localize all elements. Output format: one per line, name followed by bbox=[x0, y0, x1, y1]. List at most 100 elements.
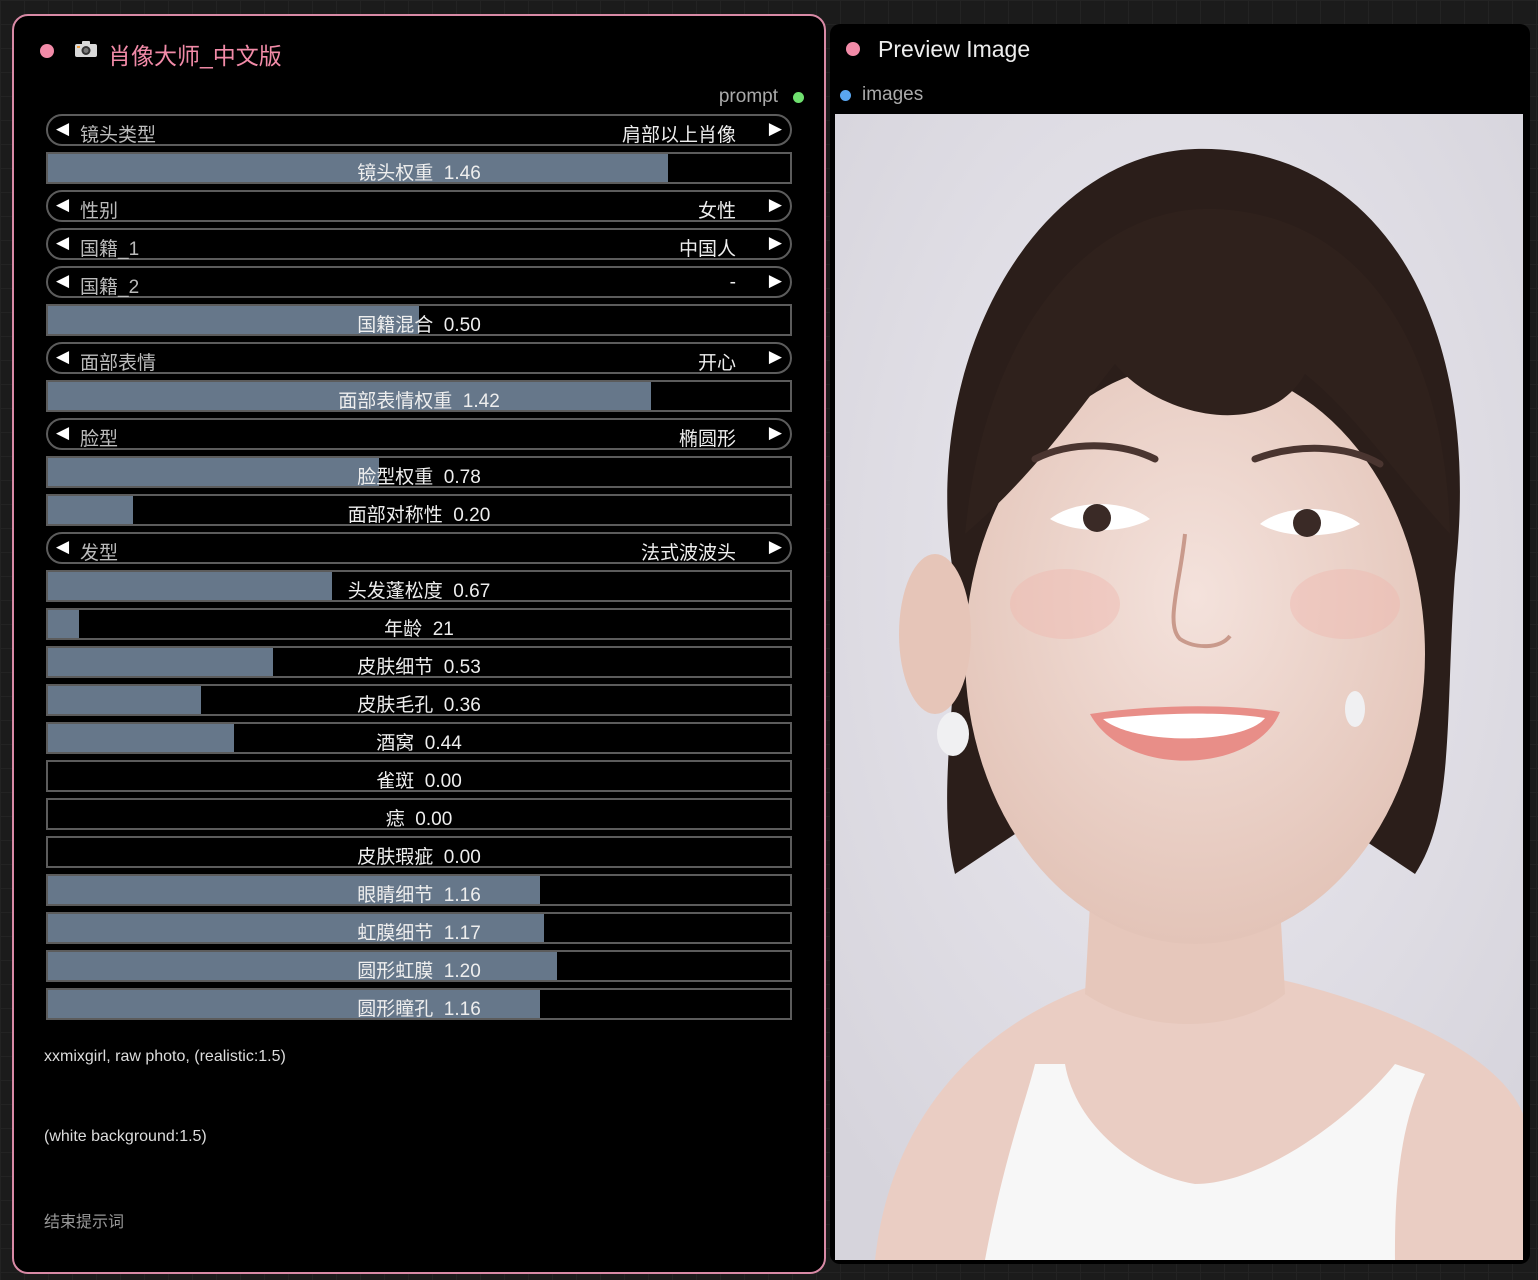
output-slot-dot[interactable] bbox=[793, 92, 804, 103]
slider-widget[interactable]: 脸型权重 0.78 bbox=[46, 456, 792, 488]
slider-text: 脸型权重 0.78 bbox=[48, 462, 790, 488]
slider-value: 21 bbox=[432, 619, 454, 640]
slider-label: 头发蓬松度 bbox=[347, 581, 443, 602]
slider-widget[interactable]: 头发蓬松度 0.67 bbox=[46, 570, 792, 602]
slider-value: 0.67 bbox=[453, 581, 491, 602]
node-collapse-dot[interactable] bbox=[846, 42, 860, 56]
combo-value: 椭圆形 bbox=[678, 429, 736, 450]
slider-widget[interactable]: 面部对称性 0.20 bbox=[46, 494, 792, 526]
slider-widget[interactable]: 皮肤毛孔 0.36 bbox=[46, 684, 792, 716]
combo-widget[interactable]: ◀ 国籍_2 - ▶ bbox=[46, 266, 792, 298]
arrow-left-icon[interactable]: ◀ bbox=[56, 195, 69, 215]
slider-widget[interactable]: 圆形虹膜 1.20 bbox=[46, 950, 792, 982]
slider-widget[interactable]: 国籍混合 0.50 bbox=[46, 304, 792, 336]
node-title: Preview Image bbox=[878, 36, 1031, 62]
slider-widget[interactable]: 皮肤细节 0.53 bbox=[46, 646, 792, 678]
slider-gap bbox=[433, 999, 444, 1018]
slider-label: 脸型权重 bbox=[357, 467, 434, 488]
slider-text: 国籍混合 0.50 bbox=[48, 310, 790, 336]
combo-value: - bbox=[729, 272, 736, 293]
slider-value: 1.16 bbox=[443, 999, 481, 1020]
arrow-left-icon[interactable]: ◀ bbox=[56, 233, 69, 253]
combo-label: 国籍_1 bbox=[80, 239, 140, 260]
slider-gap bbox=[433, 695, 444, 714]
arrow-right-icon[interactable]: ▶ bbox=[769, 271, 782, 291]
combo-value: 女性 bbox=[697, 201, 736, 222]
arrow-left-icon[interactable]: ◀ bbox=[56, 347, 69, 367]
node-collapse-dot[interactable] bbox=[40, 44, 54, 58]
slider-widget[interactable]: 圆形瞳孔 1.16 bbox=[46, 988, 792, 1020]
slider-value: 0.00 bbox=[415, 809, 453, 830]
slider-gap bbox=[443, 581, 454, 600]
arrow-right-icon[interactable]: ▶ bbox=[769, 119, 782, 139]
arrow-left-icon[interactable]: ◀ bbox=[56, 119, 69, 139]
slider-widget[interactable]: 眼睛细节 1.16 bbox=[46, 874, 792, 906]
slider-label: 圆形虹膜 bbox=[357, 961, 434, 982]
prompt-middle-text[interactable]: (white background:1.5) bbox=[44, 1128, 207, 1146]
combo-widget[interactable]: ◀ 面部表情 开心 ▶ bbox=[46, 342, 792, 374]
combo-widget[interactable]: ◀ 发型 法式波波头 ▶ bbox=[46, 532, 792, 564]
slider-gap bbox=[452, 391, 463, 410]
slider-label: 镜头权重 bbox=[357, 163, 434, 184]
slider-value: 1.42 bbox=[462, 391, 500, 412]
slider-widget[interactable]: 雀斑 0.00 bbox=[46, 760, 792, 792]
combo-label: 性别 bbox=[80, 201, 119, 222]
slider-text: 年龄 21 bbox=[48, 614, 790, 640]
combo-widget[interactable]: ◀ 镜头类型 肩部以上肖像 ▶ bbox=[46, 114, 792, 146]
slider-widget[interactable]: 酒窝 0.44 bbox=[46, 722, 792, 754]
slider-widget[interactable]: 痣 0.00 bbox=[46, 798, 792, 830]
combo-widget[interactable]: ◀ 国籍_1 中国人 ▶ bbox=[46, 228, 792, 260]
combo-value: 开心 bbox=[697, 353, 736, 374]
node-title-bar[interactable]: 肖像大师_中文版 bbox=[14, 16, 824, 76]
slider-text: 面部对称性 0.20 bbox=[48, 500, 790, 524]
arrow-right-icon[interactable]: ▶ bbox=[769, 233, 782, 253]
slider-widget[interactable]: 皮肤瑕疵 0.00 bbox=[46, 836, 792, 868]
slider-label: 面部表情权重 bbox=[338, 391, 453, 412]
slider-value: 1.17 bbox=[443, 923, 481, 944]
slider-value: 0.00 bbox=[443, 847, 481, 868]
slider-label: 圆形瞳孔 bbox=[357, 999, 434, 1020]
slider-text: 镜头权重 1.46 bbox=[48, 158, 790, 184]
slider-value: 1.16 bbox=[443, 885, 481, 906]
combo-label: 国籍_2 bbox=[80, 277, 140, 298]
slider-gap bbox=[433, 923, 444, 942]
slider-label: 虹膜细节 bbox=[357, 923, 434, 944]
input-slot-dot[interactable] bbox=[840, 90, 851, 101]
arrow-right-icon[interactable]: ▶ bbox=[769, 195, 782, 215]
combo-widget[interactable]: ◀ 性别 女性 ▶ bbox=[46, 190, 792, 222]
arrow-left-icon[interactable]: ◀ bbox=[56, 271, 69, 291]
slider-label: 国籍混合 bbox=[357, 315, 434, 336]
preview-portrait-image bbox=[835, 114, 1523, 1260]
slider-gap bbox=[405, 809, 416, 828]
combo-widget[interactable]: ◀ 脸型 椭圆形 ▶ bbox=[46, 418, 792, 450]
arrow-right-icon[interactable]: ▶ bbox=[769, 537, 782, 557]
arrow-left-icon[interactable]: ◀ bbox=[56, 423, 69, 443]
slider-text: 雀斑 0.00 bbox=[48, 766, 790, 790]
slider-widget[interactable]: 虹膜细节 1.17 bbox=[46, 912, 792, 944]
arrow-right-icon[interactable]: ▶ bbox=[769, 347, 782, 367]
slider-label: 皮肤瑕疵 bbox=[357, 847, 434, 868]
arrow-left-icon[interactable]: ◀ bbox=[56, 537, 69, 557]
slider-gap bbox=[433, 657, 444, 676]
arrow-right-icon[interactable]: ▶ bbox=[769, 423, 782, 443]
portrait-illustration bbox=[835, 114, 1523, 1260]
slider-value: 1.20 bbox=[443, 961, 481, 982]
end-prompt-field[interactable]: 结束提示词 bbox=[44, 1208, 124, 1232]
slider-text: 面部表情权重 1.42 bbox=[48, 386, 790, 412]
slider-widget[interactable]: 年龄 21 bbox=[46, 608, 792, 640]
input-slot-label: images bbox=[862, 84, 924, 105]
preview-image-node[interactable]: Preview Image images bbox=[830, 24, 1530, 1264]
slider-gap bbox=[433, 961, 444, 980]
slider-text: 圆形瞳孔 1.16 bbox=[48, 994, 790, 1020]
slider-value: 0.78 bbox=[443, 467, 481, 488]
slider-text: 皮肤瑕疵 0.00 bbox=[48, 842, 790, 868]
slider-widget[interactable]: 面部表情权重 1.42 bbox=[46, 380, 792, 412]
portrait-master-node[interactable]: 肖像大师_中文版 prompt ◀ 镜头类型 肩部以上肖像 ▶ 镜头权重 1.46 ◀ 性别… bbox=[12, 14, 826, 1274]
slider-text: 皮肤细节 0.53 bbox=[48, 652, 790, 676]
slider-gap bbox=[414, 771, 425, 790]
slider-widget[interactable]: 镜头权重 1.46 bbox=[46, 152, 792, 184]
slider-text: 痣 0.00 bbox=[48, 804, 790, 830]
prompt-start-text[interactable]: xxmixgirl, raw photo, (realistic:1.5) bbox=[44, 1048, 286, 1066]
combo-label: 脸型 bbox=[80, 429, 119, 450]
combo-label: 镜头类型 bbox=[80, 125, 157, 146]
